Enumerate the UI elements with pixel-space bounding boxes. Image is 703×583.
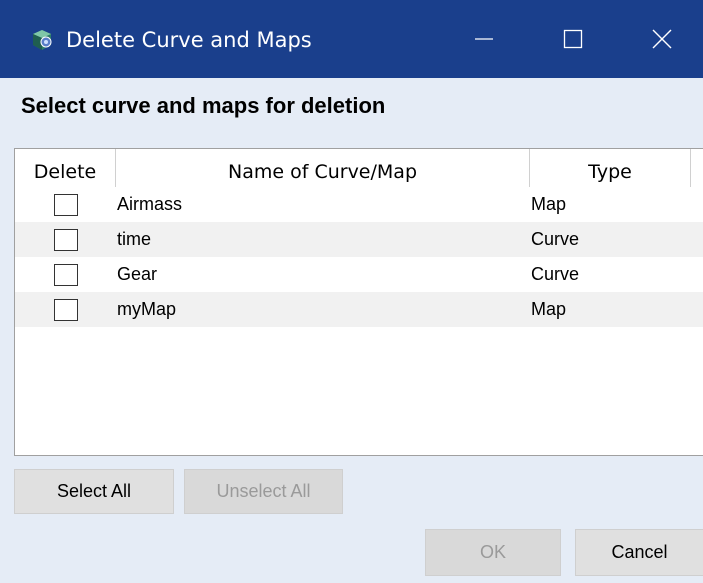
table-body: Airmass Map time Curve Gear Curve myMap … — [15, 187, 703, 327]
curve-type: Map — [531, 299, 567, 319]
curve-name: Gear — [117, 264, 158, 284]
column-header-name[interactable]: Name of Curve/Map — [116, 149, 530, 187]
cancel-button[interactable]: Cancel — [575, 529, 703, 576]
curve-map-table: Delete Name of Curve/Map Type Airmass Ma… — [14, 148, 703, 456]
table-header: Delete Name of Curve/Map Type — [15, 149, 703, 188]
minimize-button[interactable] — [462, 16, 506, 62]
maximize-icon — [563, 29, 583, 49]
table-row[interactable]: myMap Map — [15, 292, 703, 327]
column-header-type[interactable]: Type — [530, 149, 691, 187]
app-icon — [29, 28, 55, 52]
ok-button[interactable]: OK — [425, 529, 561, 576]
column-header-delete[interactable]: Delete — [15, 149, 116, 187]
unselect-all-button[interactable]: Unselect All — [184, 469, 343, 514]
curve-name: Airmass — [117, 194, 183, 214]
curve-name: time — [117, 229, 152, 249]
delete-checkbox[interactable] — [53, 298, 78, 321]
dialog-heading: Select curve and maps for deletion — [21, 93, 386, 118]
curve-name: myMap — [117, 299, 177, 319]
maximize-button[interactable] — [551, 16, 595, 62]
column-header-filler — [691, 149, 703, 187]
table-row[interactable]: time Curve — [15, 222, 703, 257]
table-row[interactable]: Gear Curve — [15, 257, 703, 292]
window-title: Delete Curve and Maps — [66, 28, 312, 52]
delete-checkbox[interactable] — [53, 193, 78, 216]
title-bar[interactable]: Delete Curve and Maps — [0, 0, 703, 78]
minimize-icon — [475, 38, 493, 40]
delete-checkbox[interactable] — [53, 228, 78, 251]
select-all-button[interactable]: Select All — [14, 469, 174, 514]
table-row[interactable]: Airmass Map — [15, 187, 703, 222]
delete-checkbox[interactable] — [53, 263, 78, 286]
curve-type: Curve — [531, 229, 580, 249]
curve-type: Curve — [531, 264, 580, 284]
close-icon — [652, 29, 672, 49]
curve-type: Map — [531, 194, 567, 214]
close-button[interactable] — [640, 16, 684, 62]
dialog-window: Delete Curve and Maps Select curve and m… — [0, 0, 703, 583]
